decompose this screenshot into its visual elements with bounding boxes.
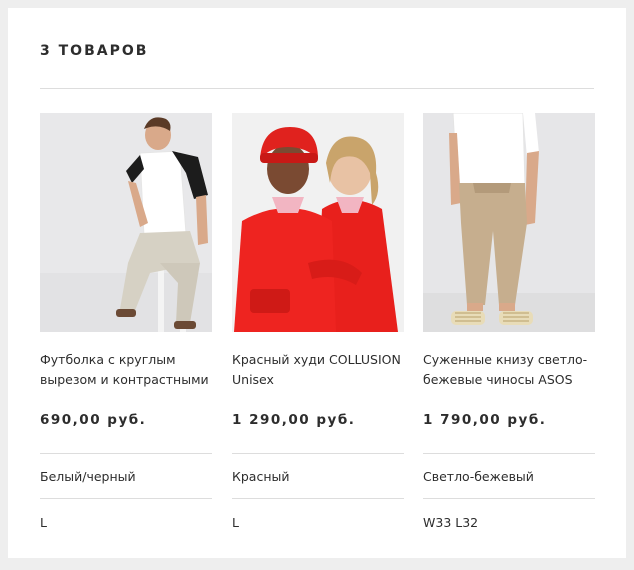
product-color: Красный: [232, 469, 290, 484]
product-size: L: [232, 515, 239, 530]
product-image[interactable]: [423, 113, 595, 332]
product-card[interactable]: Суженные книзу светло-бежевые чиносы ASO…: [423, 113, 595, 530]
product-size: L: [40, 515, 47, 530]
product-color: Белый/черный: [40, 469, 136, 484]
product-price: 1 790,00 руб.: [423, 412, 547, 428]
divider: [40, 453, 212, 454]
divider: [232, 498, 404, 499]
product-card[interactable]: Футболка с круглым вырезом и контрастным…: [40, 113, 212, 530]
divider: [232, 453, 404, 454]
divider: [40, 88, 594, 89]
basket-panel: 3 ТОВАРОВ Футболка с круглым вырезом и к…: [8, 8, 626, 558]
product-price: 1 290,00 руб.: [232, 412, 356, 428]
product-name[interactable]: Футболка с круглым вырезом и контрастным…: [40, 350, 212, 390]
product-price: 690,00 руб.: [40, 412, 147, 428]
product-card[interactable]: Красный худи COLLUSION Unisex 1 290,00 р…: [232, 113, 404, 530]
product-color: Светло-бежевый: [423, 469, 534, 484]
items-count-title: 3 ТОВАРОВ: [40, 43, 149, 59]
product-image[interactable]: [40, 113, 212, 332]
product-size: W33 L32: [423, 515, 479, 530]
divider: [40, 498, 212, 499]
product-name[interactable]: Суженные книзу светло-бежевые чиносы ASO…: [423, 350, 595, 390]
product-name[interactable]: Красный худи COLLUSION Unisex: [232, 350, 404, 390]
divider: [423, 453, 595, 454]
divider: [423, 498, 595, 499]
product-image[interactable]: [232, 113, 404, 332]
